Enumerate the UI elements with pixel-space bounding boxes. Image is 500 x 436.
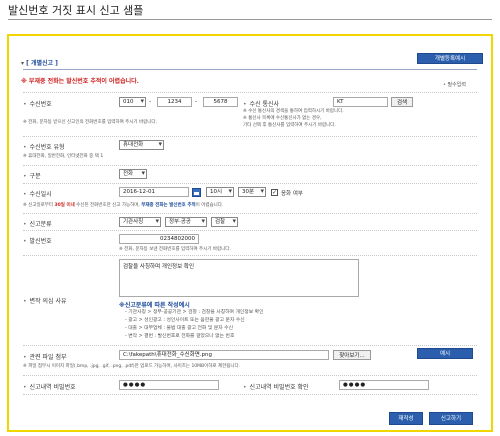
receive-number-last-input[interactable]: 5678	[203, 97, 238, 107]
row-divider	[23, 136, 477, 137]
receive-time-note: ※ 신고일로부터 30일 이내 수신된 전화번호만 신고 가능하며, 부재중 전…	[23, 203, 223, 209]
row-divider	[23, 92, 477, 93]
row-divider	[23, 255, 477, 256]
report-category-org-select[interactable]: 기관사칭	[119, 217, 161, 227]
receive-hour-select[interactable]: 10시	[206, 187, 234, 197]
receive-date-input[interactable]: 2016-12-01	[119, 187, 189, 197]
attachment-label: 관련 파일 첨부	[23, 352, 67, 361]
receive-number-label: 수신번호	[23, 99, 52, 108]
required-legend-label: 필수입력	[447, 82, 466, 88]
category-label: 구분	[23, 171, 41, 180]
row-divider	[23, 165, 477, 166]
report-form-frame: ▾ [ 개별신고 ] 개별등록예시 ※ 부재중 전화는 발신번호 추적이 어렵습…	[7, 34, 493, 432]
section-title-label: [ 개별신고 ]	[26, 60, 58, 67]
sender-number-note: ※ 전화, 문자등 보낸 전화번호를 입력하여 주시기 바랍니다.	[119, 247, 231, 252]
attachment-path-input[interactable]: C:\fakepath\휴대전화_수신화면.png	[119, 350, 329, 360]
carrier-note-3: 기타 선택 후 통신사를 입력하여 주시기 바랍니다.	[243, 123, 336, 128]
password-label: 신고내역 비밀번호	[23, 382, 76, 391]
response-label: 응화 여부	[281, 191, 303, 197]
receive-number-area-select[interactable]: 010	[119, 97, 146, 107]
carrier-search-button[interactable]: 검색	[391, 97, 413, 107]
note-bold: 부재중 전화는 발신번호 추적	[141, 203, 196, 208]
submit-report-button[interactable]: 신고하기	[429, 412, 473, 425]
carrier-note-1: ※ 수신 통신사의 경색을 통하여 입력하시기 바랍니다.	[243, 109, 344, 114]
receive-number-note: ※ 전화, 문자등 받으신 신고인의 전화번호를 입력하여 주시기 바랍니다.	[23, 120, 157, 125]
password-confirm-label: 신고내역 비밀번호 확인	[243, 382, 309, 391]
note-suffix: 이 어렵습니다.	[195, 203, 224, 208]
note-mid: 수신된 전화번호만 신고 가능하며,	[74, 203, 142, 208]
row-divider	[23, 375, 477, 376]
row-divider	[23, 183, 477, 184]
guide-line: - 변작 > 결번 : 발신번호로 전화를 걸었으나 없는 번호	[125, 334, 235, 339]
receive-type-note: ※ 휴대전화, 일반전화, 인터넷전화 중 택 1	[23, 154, 104, 159]
title-divider	[8, 19, 492, 20]
report-category-detail-select[interactable]: 검찰	[211, 217, 238, 227]
guide-line: - 기관사칭 > 정부·공공기관 > 검찰 : 검찰을 사칭하며 개인정보 확인	[125, 310, 264, 315]
receive-minute-select[interactable]: 30분	[238, 187, 266, 197]
guide-line: - 광고 > 성인광고 : 성인사이트 또는 음란물 광고 문자 수신	[125, 318, 245, 323]
row-divider	[23, 394, 477, 395]
receive-number-mid-input[interactable]: 1234	[157, 97, 192, 107]
report-category-label: 신고분류	[23, 219, 52, 228]
note-prefix: ※ 신고일로부터	[23, 203, 55, 208]
password-confirm-input[interactable]: ●●●●	[339, 380, 429, 390]
row-divider	[23, 345, 477, 346]
guide-title: ※신고분류에 따른 작성예시	[119, 302, 190, 309]
attachment-note: ※ 파일 첨부시 이미지 파일(.bmp, .jpg, .gif, .png, …	[23, 364, 241, 369]
guide-line: - 대출 > 대부업체 : 불법 대출 광고 전화 및 문자 수신	[125, 326, 233, 331]
required-legend: • 필수입력	[443, 81, 466, 88]
page-title: 발신번호 거짓 표시 신고 샘플	[8, 4, 144, 17]
chevron-down-icon: ▾	[21, 60, 25, 67]
note-days: 30일 이내	[54, 203, 75, 208]
sender-number-input[interactable]: 0234802000	[119, 234, 199, 244]
missed-call-warning: ※ 부재중 전화는 발신번호 추적이 어렵습니다.	[21, 78, 139, 85]
carrier-label: 수신 통신사	[243, 99, 280, 108]
browse-button[interactable]: 찾아보기...	[333, 350, 371, 360]
suspicion-label: 변작 의심 사유	[23, 296, 67, 305]
sender-number-label: 발신번호	[23, 236, 52, 245]
report-category-sub-select[interactable]: 정부·공공	[165, 217, 207, 227]
receive-time-label: 수신일시	[23, 189, 52, 198]
receive-type-select[interactable]: 휴대전화	[119, 140, 164, 150]
suspicion-textarea[interactable]: 검찰을 사칭하며 개인정보 확인	[119, 259, 359, 297]
receive-type-label: 수신번호 유형	[23, 142, 65, 151]
register-example-button[interactable]: 개별등록예시	[417, 53, 483, 64]
category-select[interactable]: 전화	[119, 169, 147, 179]
response-checkbox[interactable]: ✓	[271, 189, 278, 196]
calendar-icon[interactable]	[192, 188, 201, 197]
carrier-input[interactable]: KT	[333, 97, 388, 107]
row-divider	[23, 230, 477, 231]
dash-separator: -	[149, 98, 152, 105]
row-divider	[23, 213, 477, 214]
carrier-note-2: ※ 통신사 목록에 수신통신사가 없는 경우,	[243, 116, 322, 121]
required-bullet-icon: •	[443, 82, 446, 88]
section-title: ▾ [ 개별신고 ]	[21, 58, 58, 67]
dash-separator: -	[195, 98, 198, 105]
password-input[interactable]: ●●●●	[119, 380, 219, 390]
section-divider	[23, 69, 477, 70]
attachment-example-button[interactable]: 예시	[417, 348, 473, 359]
rewrite-button[interactable]: 재작성	[389, 412, 423, 425]
